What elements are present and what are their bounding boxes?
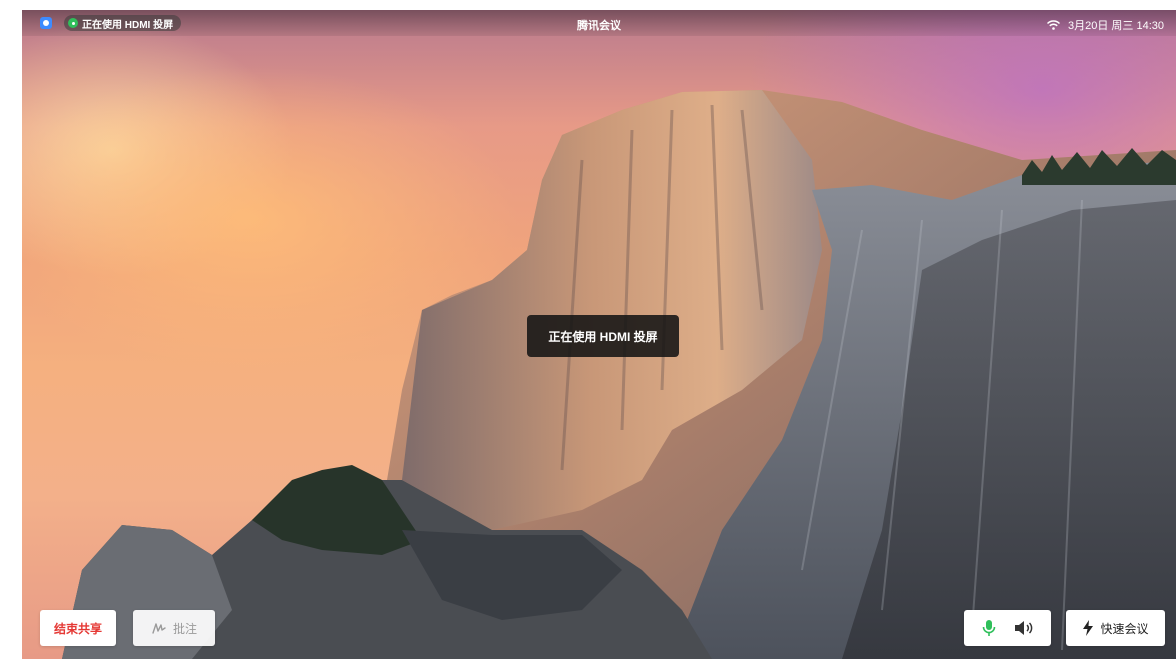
annotate-label: 批注 bbox=[172, 621, 197, 636]
hdmi-toast: 正在使用 HDMI 投屏 bbox=[527, 315, 679, 357]
pen-icon bbox=[151, 621, 167, 635]
audio-controls bbox=[964, 610, 1051, 646]
desktop-screen: 正在使用 HDMI 投屏 腾讯会议 3月20日 周三 14:30 正在使用 HD… bbox=[22, 10, 1176, 659]
wifi-icon bbox=[1047, 20, 1060, 30]
quick-meeting-label: 快速会议 bbox=[1100, 621, 1149, 636]
end-share-label: 结束共享 bbox=[53, 621, 102, 636]
lightning-icon bbox=[1082, 620, 1094, 636]
status-right: 3月20日 周三 14:30 bbox=[1047, 17, 1164, 33]
speaker-icon[interactable] bbox=[1014, 620, 1034, 636]
annotate-button[interactable]: 批注 bbox=[133, 610, 215, 646]
end-share-button[interactable]: 结束共享 bbox=[40, 610, 116, 646]
toast-message: 正在使用 HDMI 投屏 bbox=[548, 329, 658, 344]
app-title: 腾讯会议 bbox=[577, 20, 621, 32]
quick-meeting-button[interactable]: 快速会议 bbox=[1066, 610, 1165, 646]
status-bar: 正在使用 HDMI 投屏 腾讯会议 3月20日 周三 14:30 bbox=[22, 10, 1176, 36]
datetime: 3月20日 周三 14:30 bbox=[1068, 20, 1164, 32]
microphone-icon[interactable] bbox=[982, 619, 996, 637]
